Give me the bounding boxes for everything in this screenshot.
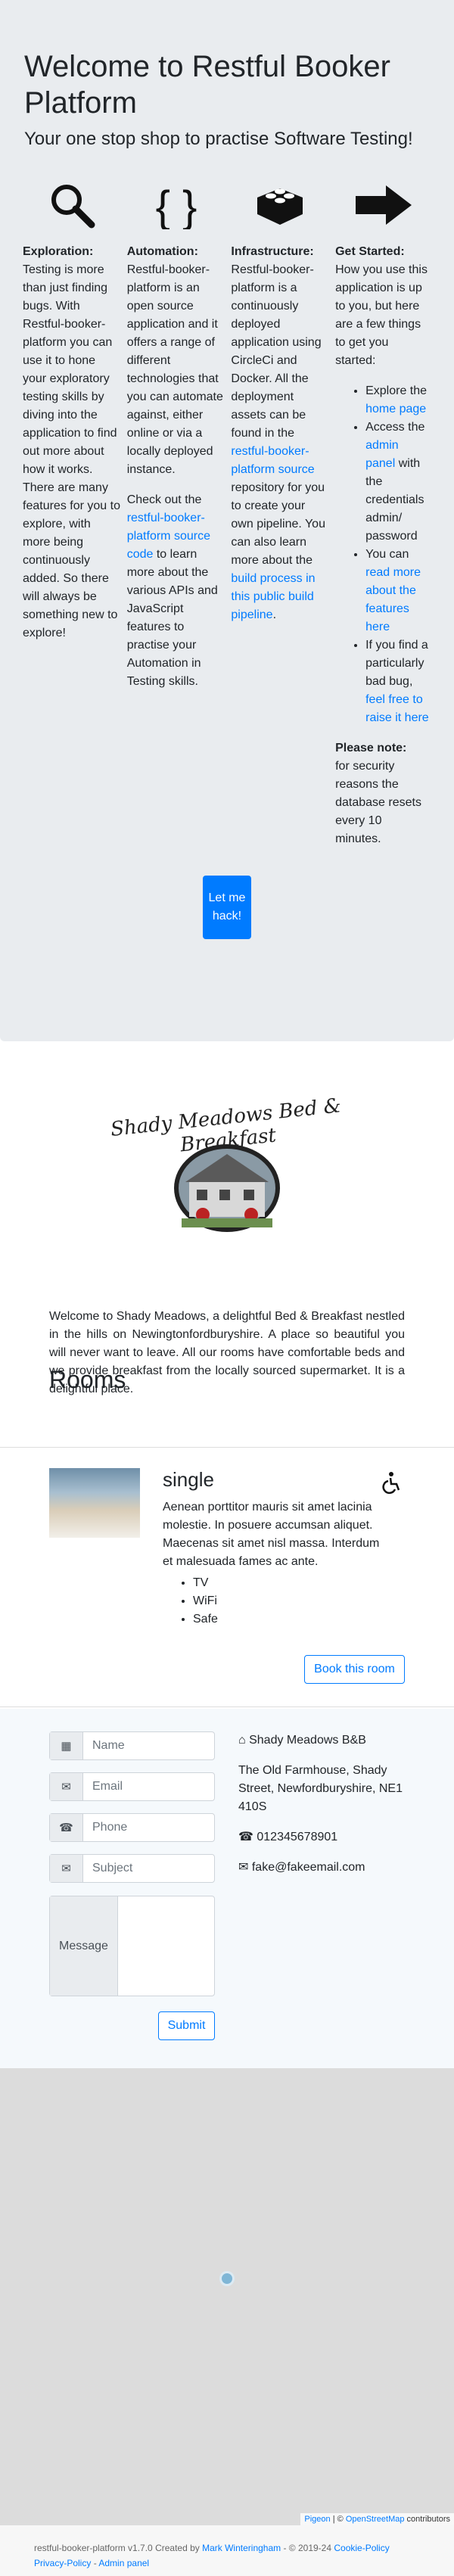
envelope-icon: ✉: [50, 1855, 83, 1882]
contact-section: ▦ Name ✉ Email ☎ Phone ✉ Subject Message…: [0, 1709, 454, 2068]
subject-field[interactable]: ✉ Subject: [49, 1854, 215, 1883]
business-email: fake@fakeemail.com: [251, 1861, 365, 1874]
divider: [0, 1447, 454, 1448]
page-title: Welcome to Restful Booker Platform: [24, 50, 390, 120]
phone-icon: ☎: [238, 1831, 257, 1843]
footer-text: restful-booker-platform v1.7.0 Created b…: [34, 2543, 203, 2553]
email-input[interactable]: Email: [83, 1773, 214, 1800]
get-started-column: Get Started: How you use this applicatio…: [335, 181, 430, 860]
exploration-column: Exploration: Testing is more than just f…: [23, 181, 127, 860]
room-type: single: [163, 1468, 214, 1491]
hotel-logo: Shady Meadows Bed & Breakfast: [76, 1090, 378, 1256]
admin-panel-link[interactable]: Admin panel: [98, 2558, 149, 2568]
list-item: Access the admin panel with the credenti…: [365, 418, 430, 546]
infrastructure-text-3: .: [272, 608, 277, 621]
subject-input[interactable]: Subject: [83, 1855, 214, 1882]
business-address: The Old Farmhouse, Shady Street, Newford…: [238, 1764, 403, 1813]
footer-text: - © 2019-24: [281, 2543, 334, 2553]
list-item: You can read more about the features her…: [365, 546, 430, 636]
cookie-policy-link[interactable]: Cookie-Policy: [334, 2543, 389, 2553]
infrastructure-text: Restful-booker-platform is a continuousl…: [231, 263, 322, 440]
feature-item: WiFi: [193, 1592, 218, 1610]
envelope-icon: ✉: [238, 1861, 252, 1874]
map-pin-icon[interactable]: [219, 2271, 235, 2286]
message-textarea[interactable]: [118, 1896, 214, 1996]
automation-heading: Automation:: [126, 244, 198, 258]
footer: restful-booker-platform v1.7.0 Created b…: [0, 2525, 454, 2576]
source-repo-link[interactable]: restful-booker-platform source: [231, 445, 314, 476]
rooms-heading: Rooms: [49, 1366, 126, 1393]
automation-text-3: to learn more about the various APIs and…: [126, 547, 218, 688]
phone-icon: ☎: [50, 1814, 83, 1841]
list-text: If you find a particularly bad bug,: [365, 638, 428, 688]
privacy-policy-link[interactable]: Privacy-Policy: [34, 2558, 91, 2568]
braces-icon: { }: [127, 181, 225, 243]
exploration-text: Testing is more than just finding bugs. …: [23, 263, 120, 639]
name-field[interactable]: ▦ Name: [49, 1731, 215, 1760]
page-subtitle: Your one stop shop to practise Software …: [24, 129, 413, 149]
home-icon: ⌂: [238, 1734, 250, 1747]
feature-item: TV: [193, 1574, 218, 1592]
submit-button[interactable]: Submit: [158, 2011, 215, 2040]
lego-brick-icon: [231, 181, 329, 243]
divider: [0, 1706, 454, 1707]
wheelchair-icon: [381, 1471, 403, 1498]
let-me-hack-button[interactable]: Let me hack!: [203, 875, 251, 939]
attribution-separator: | ©: [330, 2515, 346, 2524]
feature-item: Safe: [193, 1610, 218, 1629]
get-started-text: How you use this application is up to yo…: [335, 263, 428, 367]
home-page-link[interactable]: home page: [365, 403, 426, 415]
svg-text:{ }: { }: [155, 182, 197, 229]
infrastructure-column: Infrastructure: Restful-booker-platform …: [231, 181, 335, 860]
get-started-list: Explore the home page Access the admin p…: [335, 382, 430, 727]
footer-separator: -: [91, 2558, 99, 2568]
envelope-icon: ✉: [50, 1773, 83, 1800]
hero-section: Welcome to Restful Booker Platform Your …: [0, 0, 454, 1041]
exploration-heading: Exploration:: [23, 244, 94, 258]
pigeon-link[interactable]: Pigeon: [304, 2515, 330, 2524]
automation-text: Restful-booker-platform is an open sourc…: [126, 263, 223, 476]
note-heading: Please note:: [335, 741, 407, 754]
author-link[interactable]: Mark Winteringham: [202, 2543, 281, 2553]
list-text: Explore the: [365, 384, 428, 397]
book-room-button[interactable]: Book this room: [304, 1655, 405, 1684]
email-field[interactable]: ✉ Email: [49, 1772, 215, 1801]
room-features: TV WiFi Safe: [193, 1574, 218, 1629]
phone-field[interactable]: ☎ Phone: [49, 1813, 215, 1842]
list-text: Access the: [365, 420, 425, 434]
feature-columns: Exploration: Testing is more than just f…: [23, 181, 430, 860]
automation-text-2: Check out the: [126, 493, 202, 506]
raise-bug-link[interactable]: feel free to raise it here: [365, 693, 429, 724]
note-text: for security reasons the database resets…: [335, 759, 421, 845]
list-item: If you find a particularly bad bug, feel…: [365, 636, 430, 727]
arrow-right-icon: [335, 181, 430, 243]
room-image: [49, 1468, 140, 1538]
features-link[interactable]: read more about the features here: [365, 566, 421, 633]
message-label: Message: [50, 1896, 118, 1996]
message-field[interactable]: Message: [49, 1896, 215, 1996]
infrastructure-text-2: repository for you to create your own pi…: [231, 481, 325, 567]
search-icon: [23, 181, 121, 243]
map[interactable]: Pigeon | © OpenStreetMap contributors: [0, 2068, 454, 2525]
admin-panel-link[interactable]: admin panel: [365, 439, 399, 470]
business-phone: 012345678901: [257, 1831, 338, 1843]
name-input[interactable]: Name: [83, 1732, 214, 1759]
get-started-heading: Get Started:: [335, 244, 405, 258]
room-description: Aenean porttitor mauris sit amet lacinia…: [163, 1501, 380, 1568]
contact-details: ⌂ Shady Meadows B&B The Old Farmhouse, S…: [238, 1731, 420, 1889]
infrastructure-heading: Infrastructure:: [231, 244, 314, 258]
id-card-icon: ▦: [50, 1732, 83, 1759]
osm-link[interactable]: OpenStreetMap: [346, 2515, 405, 2524]
list-item: Explore the home page: [365, 382, 430, 418]
attribution-suffix: contributors: [404, 2515, 450, 2524]
room-card: single Aenean porttitor mauris sit amet …: [49, 1468, 405, 1684]
list-text: You can: [365, 547, 409, 561]
automation-column: { } Automation: Restful-booker-platform …: [127, 181, 232, 860]
map-attribution: Pigeon | © OpenStreetMap contributors: [300, 2513, 454, 2525]
phone-input[interactable]: Phone: [83, 1814, 214, 1841]
business-name: Shady Meadows B&B: [249, 1734, 366, 1747]
